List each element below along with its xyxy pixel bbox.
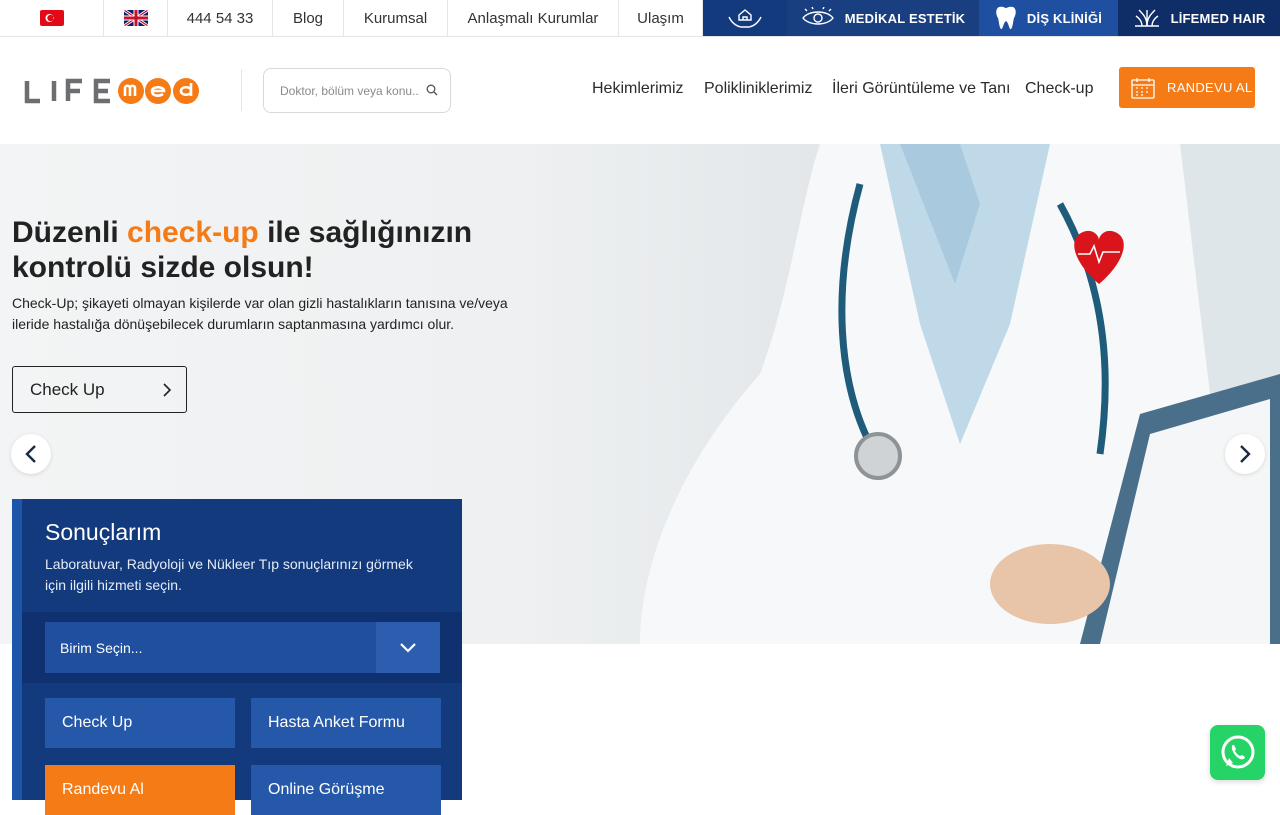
search-input[interactable] [280, 83, 420, 98]
check-up-button-label: Check Up [30, 379, 105, 399]
nav-kurumsal[interactable]: Kurumsal [344, 0, 448, 36]
nav-check-up[interactable]: Check-up [1025, 80, 1093, 98]
hero-description: Check-Up; şikayeti olmayan kişilerde var… [12, 295, 508, 332]
lifemed-logo-icon [24, 78, 199, 104]
appointment-button[interactable]: RANDEVU AL [1119, 67, 1255, 108]
whatsapp-button[interactable] [1210, 725, 1265, 780]
slider-next-button[interactable] [1225, 434, 1265, 474]
calendar-icon [1131, 77, 1155, 99]
hero-title-accent: check-up [127, 216, 259, 249]
results-description: Laboratuvar, Radyoloji ve Nükleer Tıp so… [45, 556, 413, 593]
logo[interactable] [24, 77, 206, 105]
hands-house-icon [728, 9, 762, 28]
service-home-care[interactable] [703, 0, 787, 36]
results-check-up-button[interactable]: Check Up [45, 698, 235, 748]
unit-select-value: Birim Seçin... [60, 639, 143, 656]
service-label: MEDİKAL ESTETİK [844, 10, 966, 26]
tooth-icon [996, 6, 1016, 30]
chevron-right-icon [163, 383, 172, 397]
eye-icon [801, 7, 834, 25]
patient-survey-button[interactable]: Hasta Anket Formu [251, 698, 441, 748]
check-up-button[interactable]: Check Up [12, 366, 187, 413]
unit-select[interactable]: Birim Seçin... [45, 622, 440, 673]
service-label: LİFEMED HAIR [1170, 10, 1266, 26]
nav-hekimlerimiz[interactable]: Hekimlerimiz [592, 80, 684, 98]
logo-divider [241, 69, 242, 111]
whatsapp-icon [1221, 735, 1254, 768]
search-box[interactable] [263, 68, 451, 113]
language-en[interactable] [104, 0, 168, 36]
service-medikal-estetik[interactable]: MEDİKAL ESTETİK [787, 0, 979, 36]
search-icon[interactable] [426, 84, 438, 96]
hero-title: Düzenli check-up ile sağlığınızın kontro… [12, 215, 532, 285]
nav-polikliniklerimiz[interactable]: Polikliniklerimiz [704, 80, 812, 98]
nav-blog[interactable]: Blog [273, 0, 344, 36]
results-panel: Sonuçlarım Laboratuvar, Radyoloji ve Nük… [12, 499, 462, 815]
top-bar: 444 54 33 Blog Kurumsal Anlaşmalı Kuruml… [0, 0, 1280, 37]
service-lifemed-hair[interactable]: LİFEMED HAIR [1118, 0, 1280, 36]
appointment-label: RANDEVU AL [1167, 80, 1253, 95]
language-tr[interactable] [0, 0, 104, 36]
phone-number[interactable]: 444 54 33 [168, 0, 273, 36]
select-toggle[interactable] [376, 622, 440, 673]
turkey-flag-icon [39, 10, 64, 26]
results-appointment-button[interactable]: Randevu Al [45, 765, 235, 815]
hair-icon [1134, 9, 1159, 27]
chevron-down-icon [400, 643, 416, 653]
service-dis-klinigi[interactable]: DİŞ KLİNİĞİ [979, 0, 1118, 36]
nav-anlasmali-kurumlar[interactable]: Anlaşmalı Kurumlar [448, 0, 619, 36]
nav-ileri-goruntuleme[interactable]: İleri Görüntüleme ve Tanı [832, 80, 1010, 98]
service-label: DİŞ KLİNİĞİ [1026, 10, 1103, 26]
chevron-left-icon [25, 445, 36, 463]
hero-title-part1: Düzenli [12, 216, 128, 249]
uk-flag-icon [123, 10, 148, 26]
chevron-right-icon [1240, 445, 1251, 463]
online-meeting-button[interactable]: Online Görüşme [251, 765, 441, 815]
results-title: Sonuçlarım [45, 519, 162, 545]
main-header: Hekimlerimiz Polikliniklerimiz İleri Gör… [0, 37, 1280, 144]
slider-prev-button[interactable] [11, 434, 51, 474]
nav-ulasim[interactable]: Ulaşım [619, 0, 703, 36]
